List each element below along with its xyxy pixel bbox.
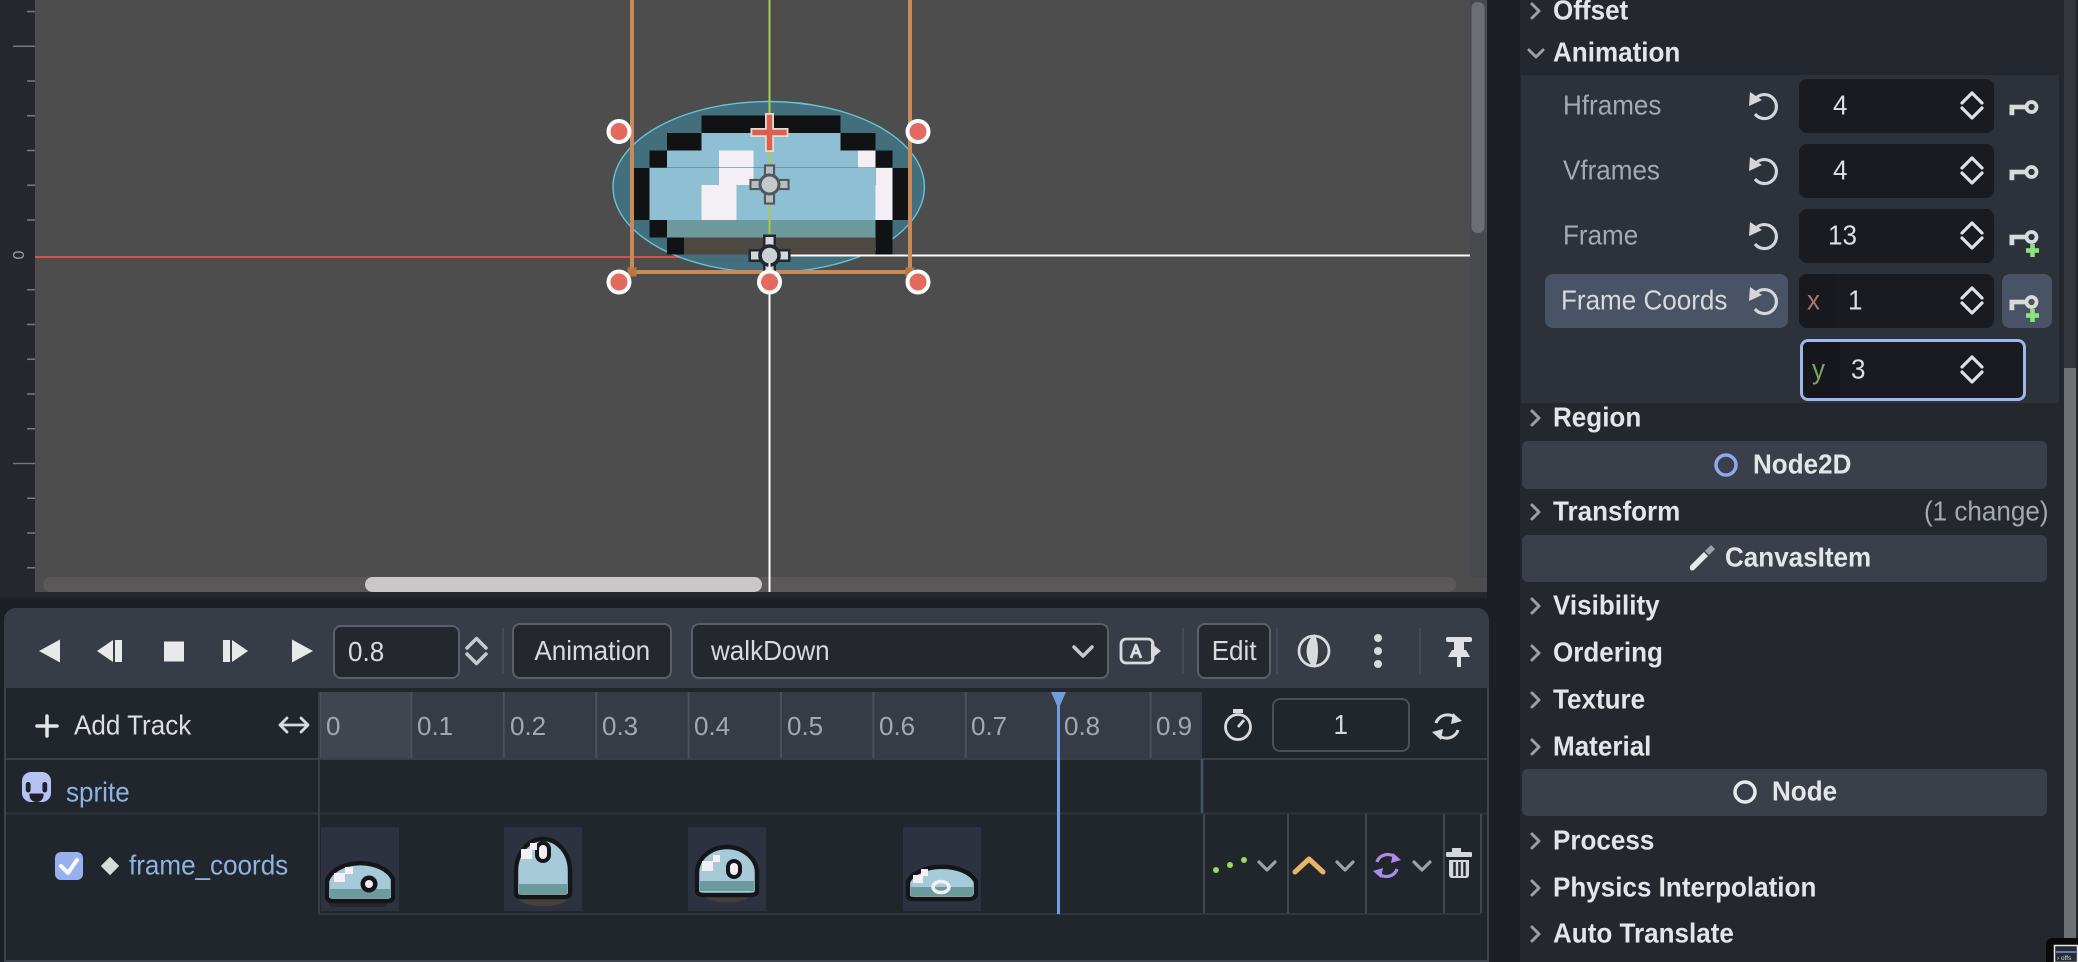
svg-text:0.8: 0.8 xyxy=(1064,711,1100,741)
svg-text:› offs: › offs xyxy=(2057,955,2072,962)
svg-text:0.3: 0.3 xyxy=(602,711,638,741)
svg-text:0.5: 0.5 xyxy=(787,711,823,741)
svg-text:0.6: 0.6 xyxy=(879,711,915,741)
svg-text:0: 0 xyxy=(11,250,28,259)
svg-text:0: 0 xyxy=(326,711,340,741)
svg-text:0.4: 0.4 xyxy=(694,711,730,741)
svg-text:0.7: 0.7 xyxy=(971,711,1007,741)
svg-text:0.1: 0.1 xyxy=(417,711,453,741)
svg-text:0.2: 0.2 xyxy=(510,711,546,741)
svg-text:0.9: 0.9 xyxy=(1156,711,1192,741)
